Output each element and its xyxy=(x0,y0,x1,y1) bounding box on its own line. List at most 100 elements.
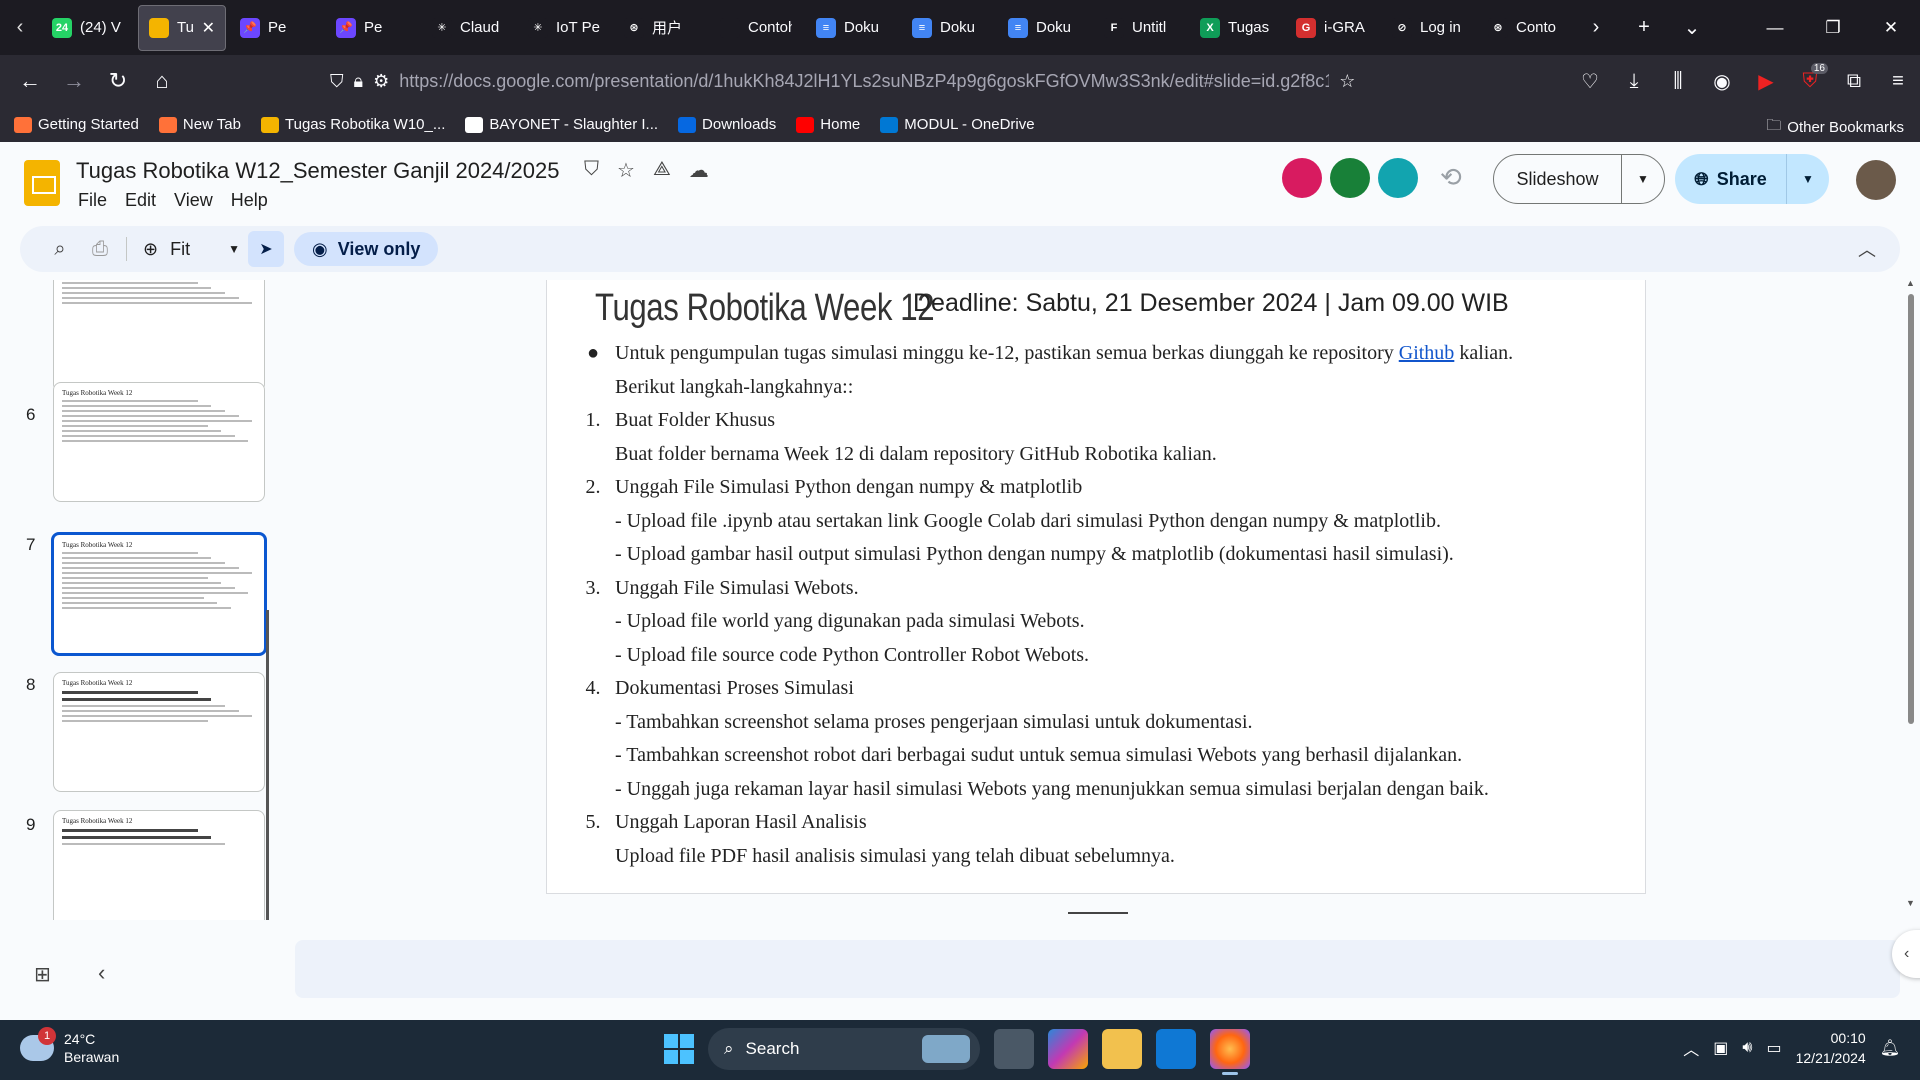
browser-tab[interactable]: F Untitl xyxy=(1094,5,1186,51)
github-link[interactable]: Github xyxy=(1399,342,1455,364)
tab-scroll-left-icon[interactable]: ‹ xyxy=(0,0,40,55)
browser-tab[interactable]: 24 (24) V xyxy=(42,5,134,51)
extensions-icon[interactable]: ⧉ xyxy=(1832,59,1876,103)
slide-thumbnail[interactable]: Tugas Robotika Week 12 xyxy=(53,672,265,792)
network-icon[interactable]: ▣ xyxy=(1713,1038,1728,1058)
browser-tab[interactable]: ⊛ 用户 xyxy=(614,5,706,51)
scrollbar-thumb[interactable] xyxy=(1908,294,1914,724)
close-window-icon[interactable]: ✕ xyxy=(1862,0,1920,55)
select-pointer-icon[interactable]: ➤ xyxy=(247,231,284,267)
extension-badge-icon[interactable]: ⛨ 16 xyxy=(1788,59,1832,103)
browser-tab[interactable]: ≡ Doku xyxy=(998,5,1090,51)
bookmark-item[interactable]: New Tab xyxy=(158,116,241,133)
clock[interactable]: 00:10 12/21/2024 xyxy=(1796,1028,1866,1068)
url-text[interactable]: https://docs.google.com/presentation/d/1… xyxy=(399,71,1329,92)
slides-logo-icon[interactable] xyxy=(24,160,60,206)
user-avatar[interactable] xyxy=(1856,160,1896,200)
extension-red-icon[interactable]: ▶ xyxy=(1744,59,1788,103)
minimize-icon[interactable]: — xyxy=(1746,0,1804,55)
scroll-down-icon[interactable]: ▼ xyxy=(1906,898,1915,908)
share-main[interactable]: 🌐︎ Share xyxy=(1675,154,1787,204)
share-dropdown-icon[interactable]: ▼ xyxy=(1787,172,1829,186)
slide-thumbnail[interactable]: Tugas Robotika Week 12 xyxy=(51,532,267,656)
close-tab-icon[interactable]: ✕ xyxy=(202,18,215,38)
browser-tab[interactable]: 📌 Pe xyxy=(230,5,322,51)
show-hidden-icons-icon[interactable]: ︿ xyxy=(1683,1036,1699,1060)
slideshow-label[interactable]: Slideshow xyxy=(1494,154,1622,204)
bookmark-item[interactable]: MODUL - OneDrive xyxy=(880,116,1035,133)
permissions-icon[interactable]: ⚙ xyxy=(373,71,389,92)
speaker-notes[interactable] xyxy=(295,940,1900,998)
scroll-up-icon[interactable]: ▲ xyxy=(1906,278,1915,288)
menu-view[interactable]: View xyxy=(174,190,213,211)
slide-thumbnail[interactable]: Tugas Robotika Week 12 xyxy=(53,382,265,502)
volume-icon[interactable]: 🔊︎ xyxy=(1742,1039,1752,1057)
restore-icon[interactable]: ❐ xyxy=(1804,0,1862,55)
browser-tab[interactable]: ⊛ Conto xyxy=(1478,5,1570,51)
taskbar-search[interactable]: ⌕ Search xyxy=(708,1028,980,1070)
browser-tab[interactable]: ⊘ Log in xyxy=(1382,5,1474,51)
browser-tab[interactable]: Contoh_C xyxy=(710,5,802,51)
zoom-select[interactable]: ⊕ Fit ▼ xyxy=(143,239,240,260)
filmstrip-scrollbar[interactable] xyxy=(266,610,269,920)
menu-file[interactable]: File xyxy=(78,190,107,211)
tracking-protection-icon[interactable]: ⛉ xyxy=(330,71,344,92)
menu-icon[interactable]: ≡ xyxy=(1876,59,1920,103)
account-icon[interactable]: ◉ xyxy=(1700,59,1744,103)
library-icon[interactable]: ⫼ xyxy=(1656,59,1700,103)
notification-bell-icon[interactable]: 🔔︎ xyxy=(1880,1038,1900,1058)
pocket-icon[interactable]: ♡ xyxy=(1568,59,1612,103)
bookmark-item[interactable]: Home xyxy=(796,116,860,133)
firefox-icon[interactable] xyxy=(1210,1029,1250,1075)
collapse-filmstrip-icon[interactable]: ‹ xyxy=(98,960,105,986)
browser-tab[interactable]: ≡ Doku xyxy=(902,5,994,51)
menu-help[interactable]: Help xyxy=(231,190,268,211)
slide-thumbnail[interactable] xyxy=(53,280,265,392)
other-bookmarks[interactable]: 🗀 Other Bookmarks xyxy=(1766,115,1904,140)
document-title[interactable]: Tugas Robotika W12_Semester Ganjil 2024/… xyxy=(76,158,559,184)
copilot-icon[interactable] xyxy=(1048,1029,1088,1069)
browser-tab[interactable]: ✳ IoT Pe xyxy=(518,5,610,51)
tab-scroll-right-icon[interactable]: › xyxy=(1572,16,1620,39)
bookmark-item[interactable]: Downloads xyxy=(678,116,776,133)
home-icon[interactable]: ⌂ xyxy=(140,59,184,103)
browser-tab[interactable]: 📌 Pe xyxy=(326,5,418,51)
bookmark-item[interactable]: Tugas Robotika W10_... xyxy=(261,116,445,133)
menu-edit[interactable]: Edit xyxy=(125,190,156,211)
search-icon[interactable]: ⌕ xyxy=(40,229,80,269)
collaborator-avatar[interactable] xyxy=(1282,158,1322,198)
browser-tab[interactable]: ≡ Doku xyxy=(806,5,898,51)
share-button[interactable]: 🌐︎ Share ▼ xyxy=(1675,154,1829,204)
grid-view-icon[interactable]: ⊞ xyxy=(34,962,51,987)
canvas-scrollbar[interactable]: ▲ ▼ xyxy=(1906,278,1916,908)
collaborator-avatar[interactable] xyxy=(1330,158,1370,198)
windows-start-icon[interactable] xyxy=(664,1034,694,1064)
outlook-icon[interactable] xyxy=(1156,1029,1196,1069)
browser-tab[interactable]: Tu ✕ xyxy=(138,4,226,51)
forward-icon[interactable]: → xyxy=(52,59,96,103)
browser-tab[interactable]: ✳ Claud xyxy=(422,5,514,51)
shield-icon[interactable]: ⛉ xyxy=(584,158,599,183)
battery-icon[interactable]: ▭ xyxy=(1766,1038,1781,1058)
bookmark-item[interactable]: BAYONET - Slaughter I... xyxy=(465,116,658,133)
bookmark-star-icon[interactable]: ☆ xyxy=(1339,71,1355,92)
back-icon[interactable]: ← xyxy=(8,59,52,103)
downloads-icon[interactable]: ⤓ xyxy=(1612,59,1656,103)
move-to-drive-icon[interactable]: ⟁ xyxy=(653,158,671,183)
version-history-icon[interactable]: ⟲ xyxy=(1440,162,1462,193)
address-bar[interactable]: ⛉ 🔒︎ ⚙ https://docs.google.com/presentat… xyxy=(330,63,1410,99)
weather-widget[interactable]: 1 24°C Berawan xyxy=(20,1027,119,1066)
reload-icon[interactable]: ↻ xyxy=(96,59,140,103)
browser-tab[interactable]: Gi-GRA xyxy=(1286,5,1378,51)
bookmark-item[interactable]: Getting Started xyxy=(14,116,139,133)
view-only-button[interactable]: ◉ View only xyxy=(293,232,439,266)
browser-tab[interactable]: X Tugas xyxy=(1190,5,1282,51)
slide-thumbnail[interactable]: Tugas Robotika Week 12 xyxy=(53,810,265,920)
lock-icon[interactable]: 🔒︎ xyxy=(354,71,364,92)
task-view-icon[interactable] xyxy=(994,1029,1034,1069)
print-icon[interactable]: ⎙ xyxy=(80,229,120,269)
star-icon[interactable]: ☆ xyxy=(617,158,635,183)
collapse-toolbar-icon[interactable]: ︿ xyxy=(1858,236,1876,262)
cloud-status-icon[interactable]: ☁ xyxy=(689,158,709,183)
file-explorer-icon[interactable] xyxy=(1102,1029,1142,1069)
